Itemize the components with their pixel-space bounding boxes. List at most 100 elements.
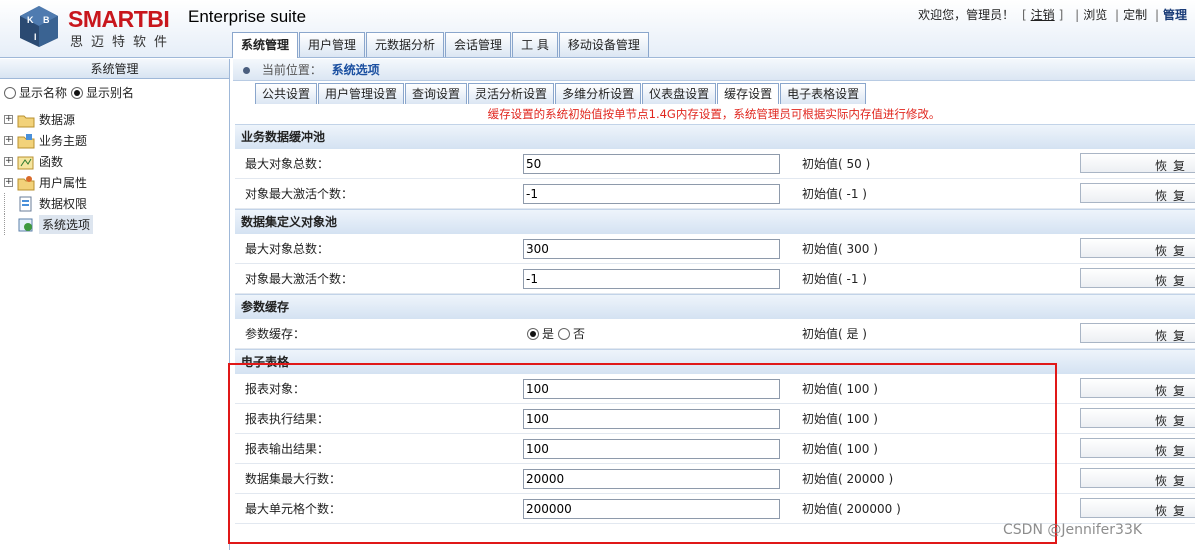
- tab-query-settings[interactable]: 查询设置: [405, 83, 468, 104]
- tab-spreadsheet-settings[interactable]: 电子表格设置: [780, 83, 867, 104]
- setting-row: 最大对象总数： 初始值( 50 ) 恢复: [235, 149, 1195, 179]
- folder-database-icon: [17, 115, 35, 127]
- tab-cache-settings[interactable]: 缓存设置: [717, 83, 780, 104]
- system-options-icon: [18, 218, 33, 231]
- restore-button[interactable]: 恢复: [1080, 238, 1195, 258]
- show-name-label: 显示名称: [19, 86, 68, 100]
- red-highlight-box: [228, 363, 1057, 544]
- cache-yes-label: 是: [542, 327, 555, 341]
- restore-button[interactable]: 恢复: [1080, 498, 1195, 518]
- setting-label: 参数缓存：: [245, 327, 306, 341]
- tree-item-label: 数据源: [39, 113, 76, 127]
- brand-chinese-name: 思迈特软件: [70, 35, 176, 50]
- tab-user-management-settings[interactable]: 用户管理设置: [318, 83, 405, 104]
- bullet-icon: [243, 67, 250, 74]
- settings-tabs: 公共设置 用户管理设置 查询设置 灵活分析设置 多维分析设置 仪表盘设置 缓存设…: [255, 83, 867, 104]
- restore-button[interactable]: 恢复: [1080, 183, 1195, 203]
- cache-no-label: 否: [573, 327, 586, 341]
- tree-item-system-options[interactable]: 系统选项: [4, 214, 94, 235]
- tab-common-settings[interactable]: 公共设置: [255, 83, 318, 104]
- brand-name: SMARTBI: [68, 6, 170, 32]
- tree-item-business-theme[interactable]: + 业务主题: [4, 130, 93, 151]
- cache-yes-radio[interactable]: [527, 328, 539, 340]
- tree-item-label: 数据权限: [39, 197, 88, 211]
- display-options: 显示名称 显示别名: [4, 84, 134, 101]
- tab-dashboard-settings[interactable]: 仪表盘设置: [642, 83, 717, 104]
- permission-document-icon: [19, 196, 32, 211]
- max-objects-input[interactable]: [523, 239, 780, 259]
- tree-item-label: 函数: [39, 155, 64, 169]
- top-links: 欢迎您，管理员！ [注销] | 浏览 | 定制 | 管理: [918, 8, 1187, 22]
- svg-text:I: I: [34, 32, 37, 42]
- initial-value: 初始值( -1 ): [802, 272, 867, 286]
- tree-item-data-permission[interactable]: 数据权限: [4, 193, 93, 214]
- initial-value: 初始值( 是 ): [802, 327, 867, 341]
- max-active-input[interactable]: [523, 269, 780, 289]
- restore-button[interactable]: 恢复: [1080, 408, 1195, 428]
- setting-label: 对象最大激活个数：: [245, 272, 354, 286]
- setting-label: 对象最大激活个数：: [245, 187, 354, 201]
- manage-link[interactable]: 管理: [1163, 8, 1187, 22]
- section-business-data-pool: 业务数据缓冲池: [235, 124, 1195, 149]
- setting-row: 对象最大激活个数： 初始值( -1 ) 恢复: [235, 264, 1195, 294]
- expand-icon[interactable]: +: [4, 136, 13, 145]
- tab-metadata-analysis[interactable]: 元数据分析: [366, 32, 445, 57]
- breadcrumb-current[interactable]: 系统选项: [332, 63, 380, 77]
- tree-item-label: 系统选项: [39, 215, 94, 234]
- watermark: CSDN @Jennifer33K: [1003, 522, 1143, 538]
- restore-button[interactable]: 恢复: [1080, 468, 1195, 488]
- logout-link[interactable]: 注销: [1031, 8, 1055, 22]
- restore-button[interactable]: 恢复: [1080, 153, 1195, 173]
- section-dataset-object-pool: 数据集定义对象池: [235, 209, 1195, 234]
- initial-value: 初始值( -1 ): [802, 187, 867, 201]
- restore-button[interactable]: 恢复: [1080, 323, 1195, 343]
- breadcrumb-label: 当前位置：: [261, 63, 322, 77]
- browse-link[interactable]: 浏览: [1083, 8, 1107, 22]
- setting-label: 最大对象总数：: [245, 242, 330, 256]
- tree-item-label: 业务主题: [39, 134, 88, 148]
- setting-label: 最大对象总数：: [245, 157, 330, 171]
- function-icon: [17, 156, 34, 169]
- setting-row: 参数缓存： 是 否 初始值( 是 ) 恢复: [235, 319, 1195, 349]
- cache-notice: 缓存设置的系统初始值按单节点1.4G内存设置，系统管理员可根据实际内存值进行修改…: [487, 107, 941, 121]
- cache-no-radio[interactable]: [558, 328, 571, 340]
- restore-button[interactable]: 恢复: [1080, 378, 1195, 398]
- parameter-cache-radios: 是 否: [527, 319, 585, 349]
- folder-user-icon: [17, 175, 35, 190]
- show-name-radio[interactable]: [4, 86, 16, 99]
- sidebar: 系统管理 显示名称 显示别名 + 数据源 + 业务主题 + 函数 + 用户属性 …: [0, 59, 230, 550]
- customize-link[interactable]: 定制: [1123, 8, 1147, 22]
- breadcrumb: 当前位置： 系统选项: [233, 59, 1195, 81]
- tab-user-management[interactable]: 用户管理: [299, 32, 366, 57]
- folder-theme-icon: [17, 133, 35, 148]
- restore-button[interactable]: 恢复: [1080, 268, 1195, 288]
- svg-text:B: B: [43, 15, 50, 25]
- system-tree: + 数据源 + 业务主题 + 函数 + 用户属性 数据权限 系统选项: [4, 109, 94, 235]
- welcome-text: 欢迎您，管理员！: [918, 8, 1015, 22]
- tab-session-management[interactable]: 会话管理: [445, 32, 512, 57]
- tab-system-management[interactable]: 系统管理: [232, 32, 299, 58]
- initial-value: 初始值( 50 ): [802, 157, 871, 171]
- tab-olap-settings[interactable]: 多维分析设置: [555, 83, 642, 104]
- tree-item-user-attributes[interactable]: + 用户属性: [4, 172, 93, 193]
- sidebar-title: 系统管理: [0, 59, 229, 79]
- app-header: K B I SMARTBI 思迈特软件 Enterprise suite 欢迎您…: [0, 0, 1195, 58]
- setting-row: 最大对象总数： 初始值( 300 ) 恢复: [235, 234, 1195, 264]
- smartbi-logo-icon: K B I: [20, 6, 58, 47]
- tab-tools[interactable]: 工 具: [512, 32, 558, 57]
- tree-item-datasource[interactable]: + 数据源: [4, 109, 93, 130]
- max-objects-input[interactable]: [523, 154, 780, 174]
- setting-row: 对象最大激活个数： 初始值( -1 ) 恢复: [235, 179, 1195, 209]
- restore-button[interactable]: 恢复: [1080, 438, 1195, 458]
- tree-item-function[interactable]: + 函数: [4, 151, 93, 172]
- max-active-input[interactable]: [523, 184, 780, 204]
- expand-icon[interactable]: +: [4, 157, 13, 166]
- expand-icon[interactable]: +: [4, 115, 13, 124]
- tab-flexible-analysis-settings[interactable]: 灵活分析设置: [468, 83, 555, 104]
- tab-mobile-device-management[interactable]: 移动设备管理: [558, 32, 649, 57]
- section-parameter-cache: 参数缓存: [235, 294, 1195, 319]
- show-alias-label: 显示别名: [86, 86, 135, 100]
- svg-text:K: K: [27, 15, 34, 25]
- show-alias-radio[interactable]: [71, 86, 84, 99]
- expand-icon[interactable]: +: [4, 178, 13, 187]
